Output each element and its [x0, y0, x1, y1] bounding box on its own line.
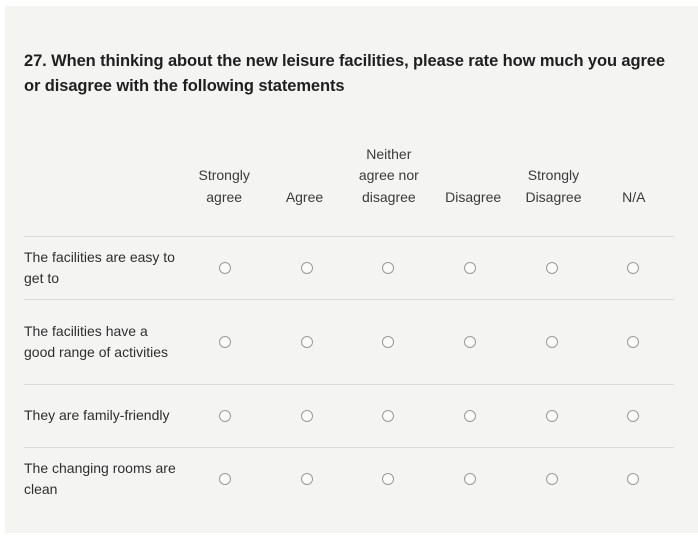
radio-cell[interactable] [184, 336, 266, 348]
radio-button-strongly-agree[interactable] [218, 410, 231, 422]
radio-button-neither[interactable] [382, 262, 395, 274]
matrix-header-row: Strongly agree Agree Neither agree nor d… [24, 130, 674, 236]
rating-matrix: Strongly agree Agree Neither agree nor d… [24, 130, 674, 510]
radio-cell[interactable] [184, 410, 266, 422]
radio-cell[interactable] [511, 410, 593, 422]
radio-button-disagree[interactable] [463, 336, 476, 348]
radio-button-agree[interactable] [300, 410, 313, 422]
radio-button-na[interactable] [627, 473, 640, 485]
row-label-good-range-of-activities: The facilities have a good range of acti… [24, 322, 168, 361]
radio-cell[interactable] [592, 410, 674, 422]
radio-cell[interactable] [266, 336, 348, 348]
radio-cell[interactable] [511, 473, 593, 485]
radio-cell[interactable] [511, 336, 593, 348]
radio-button-neither[interactable] [382, 473, 395, 485]
column-header-strongly-disagree: Strongly Disagree [525, 167, 582, 205]
radio-cell[interactable] [592, 336, 674, 348]
radio-button-na[interactable] [627, 410, 640, 422]
radio-button-strongly-disagree[interactable] [545, 336, 558, 348]
radio-button-agree[interactable] [300, 473, 313, 485]
radio-cell[interactable] [347, 336, 429, 348]
radio-button-na[interactable] [627, 336, 640, 348]
row-label-family-friendly: They are family-friendly [24, 407, 170, 424]
radio-cell[interactable] [266, 410, 348, 422]
radio-cell[interactable] [429, 336, 511, 348]
radio-cell[interactable] [184, 473, 266, 485]
radio-cell[interactable] [429, 473, 511, 485]
survey-page: 27. When thinking about the new leisure … [5, 6, 698, 533]
row-label-changing-rooms-clean: The changing rooms are clean [24, 459, 176, 498]
page-title: 27. When thinking about the new leisure … [24, 52, 665, 95]
radio-cell[interactable] [592, 262, 674, 274]
radio-button-disagree[interactable] [463, 473, 476, 485]
radio-button-agree[interactable] [300, 262, 313, 274]
radio-cell[interactable] [266, 473, 348, 485]
radio-button-strongly-agree[interactable] [218, 473, 231, 485]
radio-cell[interactable] [347, 410, 429, 422]
radio-cell[interactable] [429, 410, 511, 422]
column-header-na: N/A [622, 188, 646, 205]
table-row: The facilities are easy to get to [24, 236, 674, 299]
radio-button-strongly-agree[interactable] [218, 336, 231, 348]
table-row: The changing rooms are clean [24, 447, 674, 510]
radio-button-strongly-agree[interactable] [218, 262, 231, 274]
radio-cell[interactable] [429, 262, 511, 274]
table-row: They are family-friendly [24, 384, 674, 447]
radio-cell[interactable] [347, 473, 429, 485]
radio-button-neither[interactable] [382, 336, 395, 348]
radio-cell[interactable] [184, 262, 266, 274]
column-header-disagree: Disagree [445, 188, 502, 205]
radio-button-neither[interactable] [382, 410, 395, 422]
radio-cell[interactable] [592, 473, 674, 485]
radio-button-na[interactable] [627, 262, 640, 274]
column-header-agree: Agree [285, 188, 324, 205]
radio-button-strongly-disagree[interactable] [545, 262, 558, 274]
column-header-neither-agree-nor-disagree: Neither agree nor disagree [358, 145, 419, 205]
radio-button-agree[interactable] [300, 336, 313, 348]
radio-cell[interactable] [266, 262, 348, 274]
radio-button-disagree[interactable] [463, 410, 476, 422]
row-label-facilities-easy-to-get-to: The facilities are easy to get to [24, 248, 175, 287]
radio-cell[interactable] [511, 262, 593, 274]
radio-button-strongly-disagree[interactable] [545, 473, 558, 485]
table-row: The facilities have a good range of acti… [24, 299, 674, 384]
radio-button-strongly-disagree[interactable] [545, 410, 558, 422]
column-header-strongly-agree: Strongly agree [198, 167, 250, 205]
radio-cell[interactable] [347, 262, 429, 274]
radio-button-disagree[interactable] [463, 262, 476, 274]
